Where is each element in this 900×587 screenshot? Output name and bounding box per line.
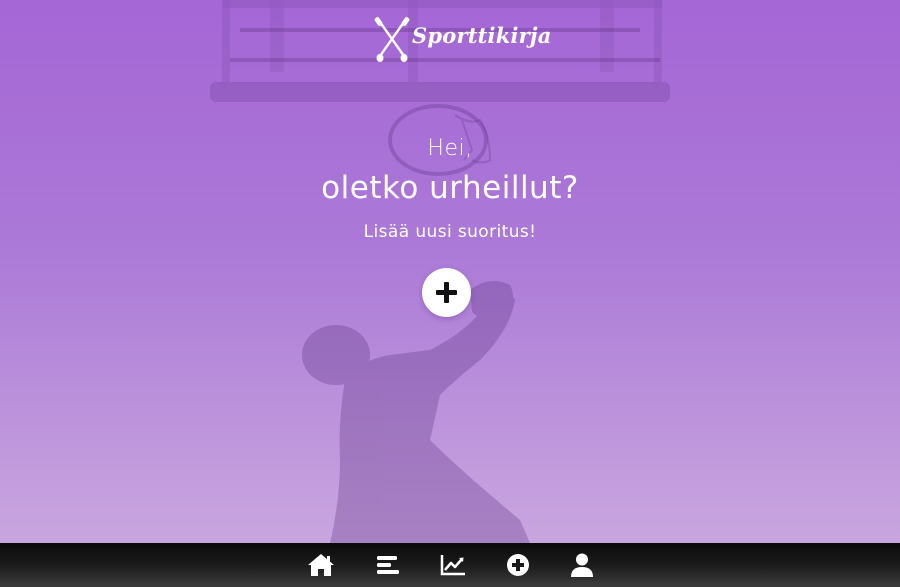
crossed-oars-icon	[374, 17, 410, 62]
greeting-text: Hei,	[427, 136, 473, 161]
list-icon	[377, 556, 399, 574]
add-activity-button[interactable]	[422, 268, 471, 317]
nav-item-profile[interactable]	[567, 551, 597, 579]
question-heading: oletko urheillut?	[321, 170, 579, 206]
nav-item-add[interactable]	[503, 551, 533, 579]
add-circle-icon	[507, 554, 529, 576]
bottom-navigation	[0, 543, 900, 587]
brand-name: Sporttikirja	[412, 23, 552, 48]
nav-item-list[interactable]	[373, 551, 403, 579]
plus-icon	[436, 282, 457, 303]
user-icon	[571, 553, 593, 577]
home-icon	[308, 554, 334, 576]
brand-logo[interactable]: Sporttikirja	[374, 16, 551, 62]
nav-item-statistics[interactable]	[438, 551, 468, 579]
hero-section: Sporttikirja Hei, oletko urheillut? Lisä…	[0, 0, 900, 543]
add-activity-prompt: Lisää uusi suoritus!	[363, 222, 537, 242]
chart-icon	[440, 555, 465, 576]
nav-item-home[interactable]	[306, 551, 336, 579]
